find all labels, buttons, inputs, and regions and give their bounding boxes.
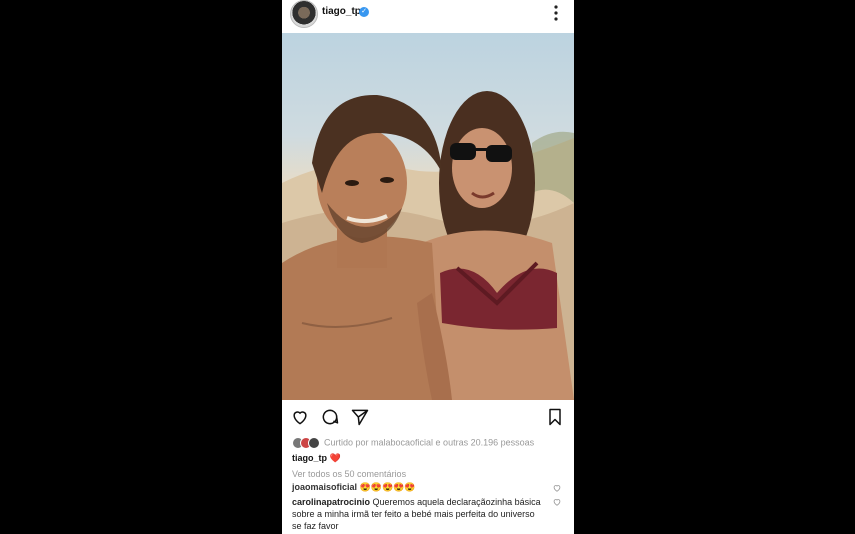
comment-icon[interactable] — [320, 407, 340, 427]
caption-text: ❤️ — [329, 453, 341, 463]
post-caption: tiago_tp ❤️ — [292, 453, 341, 464]
instagram-post-screen: tiago_tp ✓ Curtido por malabocaoficial e… — [282, 0, 574, 534]
comment-username[interactable]: carolinapatrocinio — [292, 497, 370, 507]
post-actions — [282, 402, 574, 432]
like-heart-icon[interactable] — [290, 407, 310, 427]
comment-like-icon[interactable] — [552, 483, 562, 493]
caption-username[interactable]: tiago_tp — [292, 453, 327, 463]
likes-text: Curtido por malabocaoficial e outras 20.… — [324, 437, 535, 448]
share-icon[interactable] — [350, 407, 370, 427]
comment-item: carolinapatrocinio Queremos aquela decla… — [292, 496, 542, 532]
post-username[interactable]: tiago_tp — [322, 6, 361, 17]
more-options-icon[interactable] — [550, 4, 562, 22]
bookmark-icon[interactable] — [545, 407, 565, 427]
selfie-illustration — [282, 91, 574, 400]
comment-username[interactable]: joaomaisoficial — [292, 482, 357, 492]
post-photo[interactable] — [282, 33, 574, 400]
likes-row[interactable]: Curtido por malabocaoficial e outras 20.… — [292, 437, 567, 449]
comment-text: 😍😍😍😍😍 — [359, 482, 416, 492]
view-all-comments-link[interactable]: Ver todos os 50 comentários — [292, 469, 406, 479]
post-header: tiago_tp ✓ — [282, 0, 574, 32]
avatar[interactable] — [290, 0, 318, 28]
liker-avatar — [308, 437, 320, 449]
verified-badge-icon: ✓ — [359, 7, 369, 17]
comment-item: joaomaisoficial 😍😍😍😍😍 — [292, 482, 416, 493]
comment-like-icon[interactable] — [552, 497, 562, 507]
